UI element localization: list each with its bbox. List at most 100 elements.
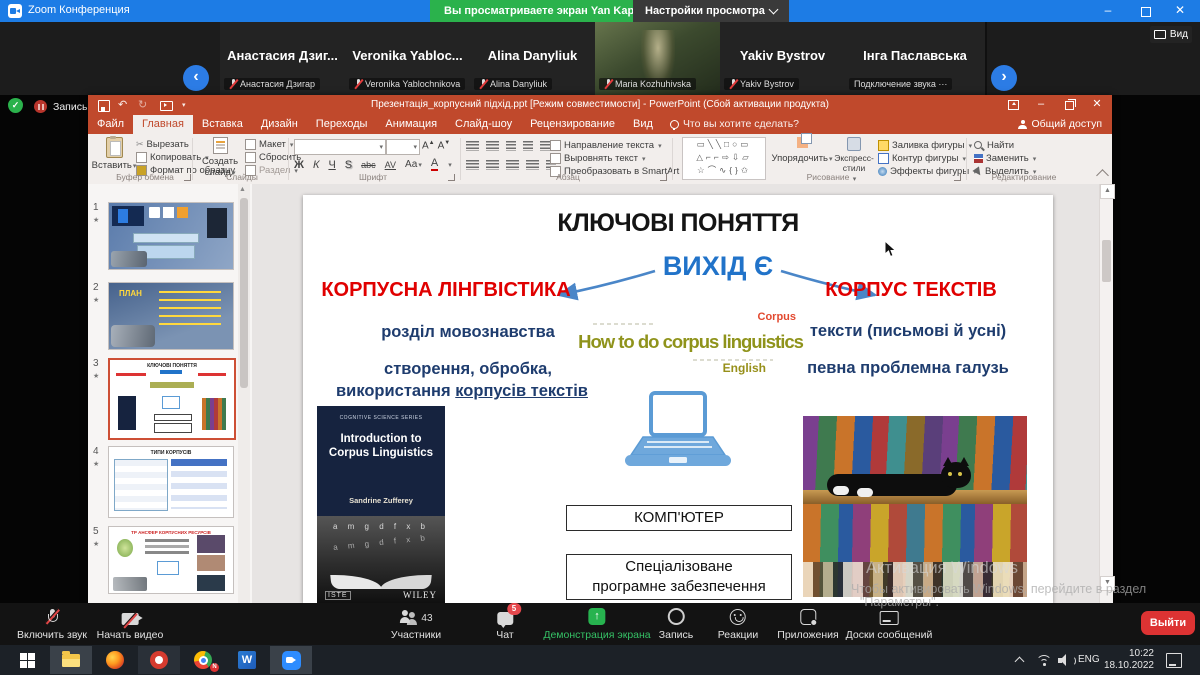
layout-button: Макет▾ [245, 139, 293, 150]
file-explorer-button[interactable] [50, 646, 92, 674]
close-button[interactable]: ✕ [1164, 0, 1196, 22]
participant-tile[interactable]: Анастасия Дзиг... Анастасия Дзигар [220, 22, 347, 95]
paste-icon [106, 137, 123, 158]
numbering-icon [486, 141, 499, 151]
book-series: COGNITIVE SCIENCE SERIES [317, 415, 445, 421]
wifi-icon[interactable] [1036, 654, 1052, 666]
chrome-button[interactable]: N [182, 646, 224, 674]
grow-shrink-font-buttons: А▲А▼ [422, 140, 450, 151]
chevron-down-icon [768, 5, 778, 15]
publisher-iste: ISTE [325, 591, 351, 600]
replace-button: Заменить▾ [974, 153, 1036, 164]
thumbnail-title: ТИПИ КОРПУСІВ [109, 450, 233, 456]
slide-scrollbar: ▲ ▼ [1099, 184, 1113, 603]
windows-logo-icon [20, 653, 35, 668]
thumbnail-title: КЛЮЧОВІ ПОНЯТТЯ [110, 363, 234, 369]
maximize-button[interactable] [1128, 0, 1160, 22]
scroll-up-button: ▲ [1100, 184, 1115, 199]
start-video-button[interactable]: Начать видео [97, 609, 164, 641]
font-style-buttons: Ж К Ч S abc AV Аа▾ А ▾ [294, 158, 452, 171]
participant-tile[interactable]: Alina Danyliuk Alina Danyliuk [470, 22, 597, 95]
participant-tile[interactable]: Veronika Yabloc... Veronika Yablochnikov… [345, 22, 472, 95]
animation-star-icon: ★ [93, 460, 99, 468]
participant-tile[interactable]: Інга Паславська Подключение звука ··· [845, 22, 987, 95]
scroll-participants-left-button[interactable]: ‹ [183, 65, 209, 91]
arrange-button: Упорядочить▾ [772, 137, 832, 164]
tab-home: Главная [133, 115, 193, 134]
browser-app-button[interactable] [138, 646, 180, 674]
tell-me-box: Что вы хотите сделать? [662, 115, 807, 134]
view-layout-button[interactable]: Вид [1150, 26, 1192, 43]
open-book-graphic [331, 573, 431, 589]
participant-tile[interactable]: Yakiv Bystrov Yakiv Bystrov [720, 22, 847, 95]
tray-hidden-icons-button[interactable] [1015, 657, 1025, 667]
scroll-participants-right-button[interactable]: › [991, 65, 1017, 91]
word-button[interactable]: W [226, 646, 268, 674]
bold-button: Ж [294, 159, 304, 171]
participant-name: Veronika Yabloc... [345, 48, 470, 63]
zoom-window-title: Zoom Конференция [28, 4, 130, 16]
whiteboards-button[interactable]: Доски сообщений [846, 609, 933, 641]
clock[interactable]: 10:22 18.10.2022 [1098, 648, 1154, 672]
firefox-button[interactable] [94, 646, 136, 674]
copy-icon [136, 152, 147, 163]
thumbnail-scrollbar-thumb[interactable] [240, 198, 248, 388]
book-title: Introduction to Corpus Linguistics [317, 432, 445, 461]
zoom-camera-icon [8, 4, 22, 18]
unmute-button[interactable]: Включить звук [17, 609, 87, 641]
participant-label: Alina Danyliuk [490, 79, 547, 89]
laptop-clipart [611, 391, 745, 479]
underline-button: Ч [328, 159, 335, 171]
font-dialog-launcher [448, 174, 455, 181]
chat-button[interactable]: 5 Чат [496, 609, 513, 641]
security-shield-icon[interactable]: ✓ [8, 98, 23, 113]
slide-right-heading: КОРПУС ТЕКСТІВ [818, 279, 1004, 302]
reactions-button[interactable]: Реакции [718, 609, 759, 641]
action-center-icon[interactable] [1166, 653, 1182, 668]
slide-text: певна проблемна галузь [798, 359, 1018, 378]
shape-outline-button: Контур фигуры▾ [878, 153, 966, 164]
speaker-icon[interactable] [1058, 654, 1072, 666]
scissors-icon: ✂ [136, 139, 144, 150]
maximize-icon [1141, 7, 1151, 17]
apps-button[interactable]: Приложения [777, 609, 838, 641]
zoom-app-button[interactable] [270, 646, 312, 674]
view-settings-dropdown[interactable]: Настройки просмотра [633, 0, 789, 22]
text-shadow-button: S [345, 159, 352, 171]
language-indicator[interactable]: ENG [1078, 654, 1100, 665]
slide-thumbnail-panel: 1 ★ 2 ★ ПЛАН 3 ★ К [88, 184, 253, 603]
windows-activation-watermark: "Параметры". [860, 595, 939, 609]
recording-indicator-icon[interactable] [34, 100, 47, 113]
windows-activation-watermark: Чтобы активировать Windows, перейдите в … [851, 582, 1146, 596]
participant-label: Yakiv Bystrov [740, 79, 794, 89]
record-button[interactable]: Запись [659, 609, 693, 641]
thumbnail-number: 4 [93, 446, 99, 457]
slides-group-label: Слайды [198, 172, 286, 182]
muted-mic-icon [479, 79, 487, 89]
leave-meeting-button[interactable]: Выйти [1141, 611, 1195, 635]
slide-thumbnail-selected: КЛЮЧОВІ ПОНЯТТЯ [108, 358, 236, 440]
muted-mic-icon [47, 609, 57, 625]
windows-activation-watermark: Активация Windows [866, 559, 1018, 578]
character-spacing-button: AV [385, 160, 396, 170]
participants-button[interactable]: 43 Участники [391, 609, 441, 641]
share-screen-button[interactable]: ↑ Демонстрация экрана [543, 609, 650, 641]
thumbnail-scrollbar[interactable]: ▲ [238, 184, 250, 603]
shapes-row: ☆⌒∿{}✩ [683, 164, 765, 177]
strikethrough-button: abc [361, 160, 376, 170]
thumbnail-number: 3 [93, 358, 99, 369]
scroll-up-icon: ▲ [239, 186, 246, 193]
minimize-button[interactable]: – [1092, 0, 1124, 22]
participants-count: 43 [421, 613, 432, 624]
editing-group-label: Редактирование [974, 172, 1074, 182]
align-center-icon [486, 160, 499, 170]
start-button[interactable] [6, 646, 48, 674]
shape-effects-button: Эффекты фигуры▾ [878, 166, 977, 177]
participant-tile-video[interactable]: Maria Kozhuhivska [595, 22, 722, 95]
paste-button: Вставить▾ [94, 137, 134, 171]
text-direction-icon [550, 140, 561, 151]
change-case-button: Аа▾ [405, 159, 422, 170]
participant-label: Подключение звука ··· [854, 79, 947, 89]
tab-design: Дизайн [252, 115, 307, 134]
ppt-window-title: Презентація_корпусний підхід.ppt [Режим … [88, 99, 1112, 110]
